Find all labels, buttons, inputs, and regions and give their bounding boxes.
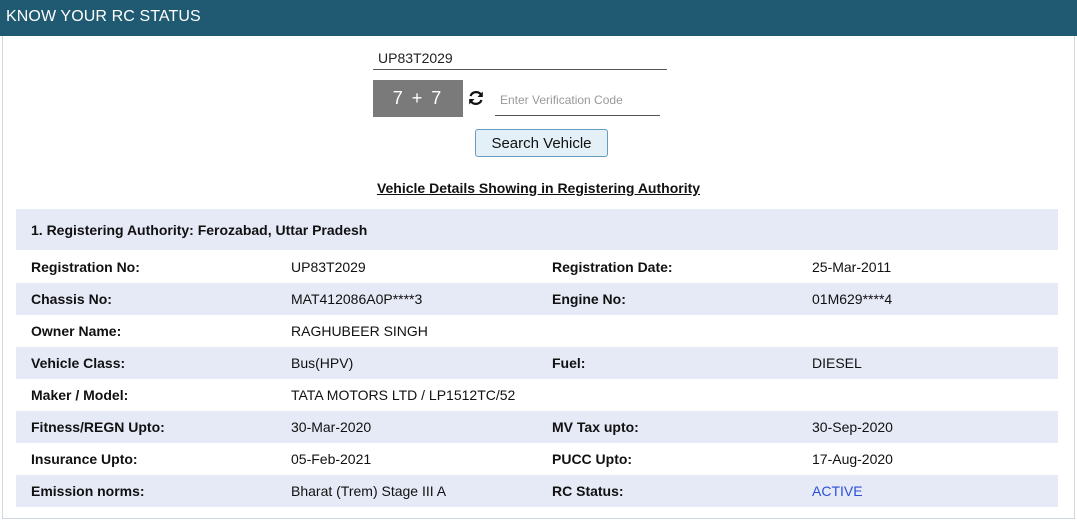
row-value: 17-Aug-2020 [812,451,893,467]
page-title: KNOW YOUR RC STATUS [6,8,201,25]
row-label: Fitness/REGN Upto: [31,419,165,435]
row-value: Bharat (Trem) Stage III A [291,483,447,499]
verification-code-input[interactable] [495,84,660,116]
row-value: 25-Mar-2011 [812,259,892,275]
vehicle-details-table: Registration No: UP83T2029 Registration … [16,251,1058,507]
row-label: Registration Date: [552,259,673,275]
row-value: DIESEL [812,355,862,371]
row-value: TATA MOTORS LTD / LP1512TC/52 [291,387,516,403]
row-label: Insurance Upto: [31,451,138,467]
row-label: Engine No: [552,291,626,307]
row-value: 30-Mar-2020 [291,419,372,435]
registration-number-input[interactable] [373,46,667,70]
details-heading: Vehicle Details Showing in Registering A… [376,180,701,196]
row-label: Maker / Model: [31,387,129,403]
table-row: Maker / Model: TATA MOTORS LTD / LP1512T… [16,379,1058,411]
table-row: Fitness/REGN Upto: 30-Mar-2020 MV Tax up… [16,411,1058,443]
page-header: KNOW YOUR RC STATUS [0,0,1077,36]
row-value: RAGHUBEER SINGH [291,323,428,339]
table-row: Owner Name: RAGHUBEER SINGH [16,315,1058,347]
table-row: Insurance Upto: 05-Feb-2021 PUCC Upto: 1… [16,443,1058,475]
row-label: Fuel: [552,355,586,371]
row-label: MV Tax upto: [552,419,639,435]
row-label: PUCC Upto: [552,451,633,467]
row-value: Bus(HPV) [291,355,354,371]
search-vehicle-button[interactable]: Search Vehicle [475,129,608,157]
row-value: 01M629****4 [812,291,893,307]
registering-authority-label: 1. Registering Authority: Ferozabad, Utt… [31,222,368,238]
row-label: Emission norms: [31,483,145,499]
table-row: Vehicle Class: Bus(HPV) Fuel: DIESEL [16,347,1058,379]
row-label: Chassis No: [31,291,112,307]
table-row: Chassis No: MAT412086A0P****3 Engine No:… [16,283,1058,315]
table-row: Emission norms: Bharat (Trem) Stage III … [16,475,1058,507]
row-value: UP83T2029 [291,259,366,275]
captcha-image: 7 + 7 [373,80,463,117]
refresh-icon[interactable] [466,88,486,108]
row-label: Owner Name: [31,323,122,339]
registering-authority-bar: 1. Registering Authority: Ferozabad, Utt… [16,209,1058,250]
row-value: MAT412086A0P****3 [291,291,423,307]
row-label: RC Status: [552,483,624,499]
row-label: Registration No: [31,259,140,275]
row-label: Vehicle Class: [31,355,126,371]
row-value: 30-Sep-2020 [812,419,893,435]
row-value: 05-Feb-2021 [291,451,372,467]
table-row: Registration No: UP83T2029 Registration … [16,251,1058,283]
rc-status-value: ACTIVE [812,483,863,499]
